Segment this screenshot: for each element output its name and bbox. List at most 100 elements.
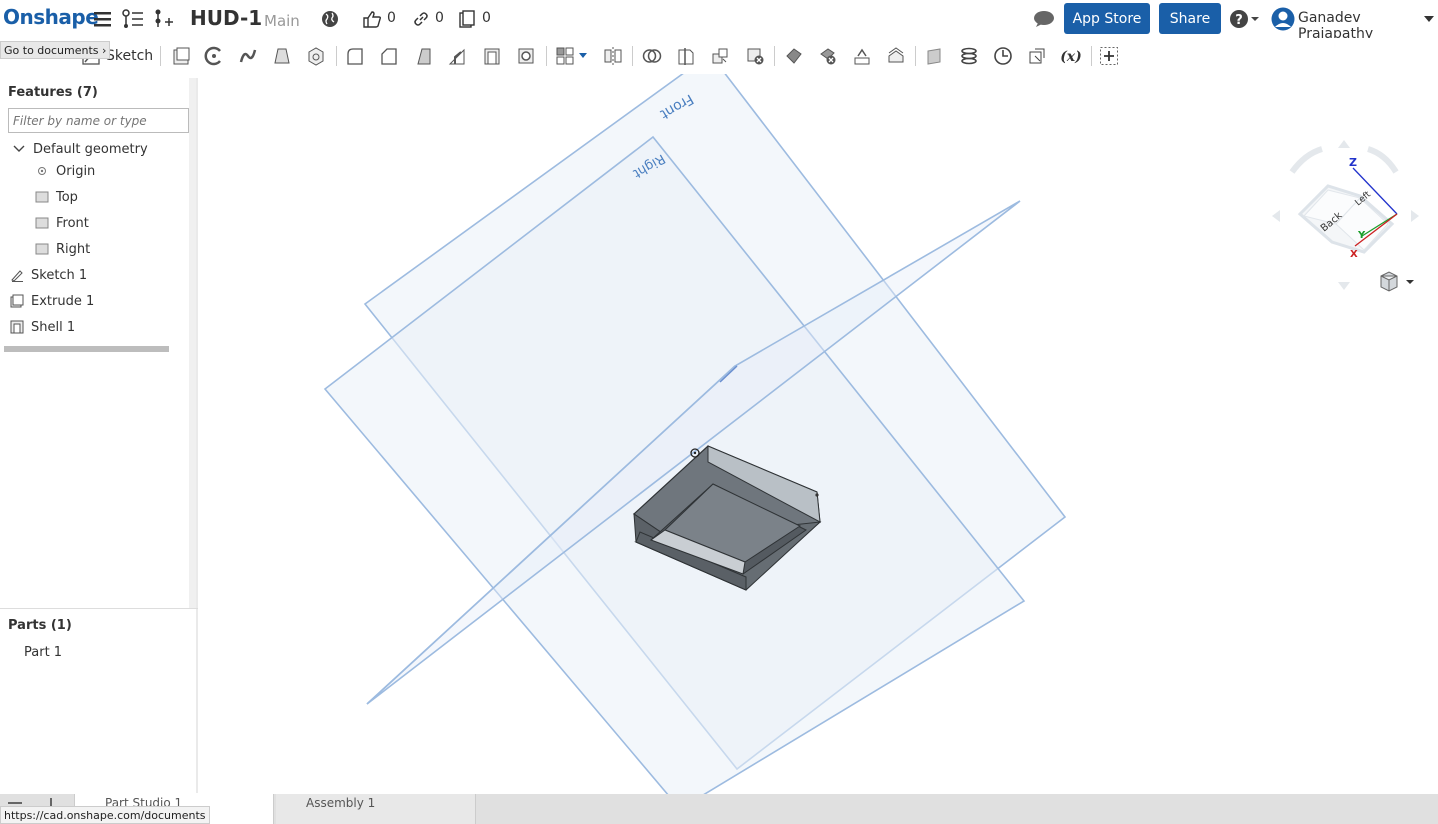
tab-menu-icon[interactable] bbox=[8, 802, 22, 804]
arrow-left-icon[interactable] bbox=[1272, 210, 1280, 222]
horizontal-scrollbar[interactable] bbox=[4, 346, 169, 352]
svg-text:?: ? bbox=[1235, 13, 1243, 28]
mate-connector-icon[interactable] bbox=[1026, 45, 1048, 67]
tree-item-top[interactable]: Top bbox=[35, 187, 78, 207]
measure-icon[interactable] bbox=[992, 45, 1014, 67]
tree-item-label: Extrude 1 bbox=[31, 293, 95, 309]
chevron-down-icon[interactable] bbox=[576, 45, 590, 67]
comments-icon[interactable] bbox=[1033, 8, 1055, 30]
tab-bar: Part Studio 1 Assembly 1 bbox=[0, 794, 1438, 824]
toolbar-divider bbox=[915, 46, 916, 66]
offset-surface-icon[interactable] bbox=[885, 45, 907, 67]
plane-icon[interactable] bbox=[924, 45, 946, 67]
replace-face-icon[interactable] bbox=[851, 45, 873, 67]
extrude-icon[interactable] bbox=[170, 45, 192, 67]
plane-icon bbox=[35, 190, 49, 204]
chevron-down-icon[interactable] bbox=[1422, 8, 1436, 30]
tree-item-default-geometry[interactable]: Default geometry bbox=[12, 139, 148, 159]
tree-item-sketch-1[interactable]: Sketch 1 bbox=[10, 265, 87, 285]
plane-icon bbox=[35, 216, 49, 230]
toolbar-divider bbox=[632, 46, 633, 66]
draft-icon[interactable] bbox=[412, 45, 434, 67]
arrow-up-icon[interactable] bbox=[1338, 140, 1350, 148]
sweep-icon[interactable] bbox=[237, 45, 259, 67]
link-icon[interactable] bbox=[410, 8, 432, 30]
version-history-icon[interactable] bbox=[122, 8, 144, 30]
globe-icon[interactable] bbox=[319, 8, 341, 30]
move-face-icon[interactable] bbox=[783, 45, 805, 67]
arrow-down-icon[interactable] bbox=[1338, 282, 1350, 290]
view-options-icon[interactable] bbox=[1380, 271, 1414, 292]
arrow-right-icon[interactable] bbox=[1411, 210, 1419, 222]
rotate-ccw-icon[interactable] bbox=[1289, 146, 1323, 174]
toolbar-divider bbox=[774, 46, 775, 66]
avatar[interactable] bbox=[1270, 7, 1296, 31]
axis-x-label: X bbox=[1350, 249, 1358, 260]
tree-item-label: Default geometry bbox=[33, 141, 148, 157]
menu-icon[interactable] bbox=[92, 8, 114, 30]
panel-divider[interactable] bbox=[0, 608, 198, 609]
loft-icon[interactable] bbox=[271, 45, 293, 67]
fillet-icon[interactable] bbox=[344, 45, 366, 67]
thicken-icon[interactable] bbox=[305, 45, 327, 67]
create-version-icon[interactable] bbox=[153, 8, 175, 30]
pattern-icon[interactable] bbox=[554, 45, 576, 67]
mirror-icon[interactable] bbox=[602, 45, 624, 67]
split-icon[interactable] bbox=[675, 45, 697, 67]
tree-item-label: Front bbox=[56, 215, 89, 231]
sketch-button[interactable]: Sketch bbox=[106, 48, 153, 64]
features-header: Features (7) bbox=[8, 85, 98, 100]
toolbar-divider bbox=[336, 46, 337, 66]
tree-item-front[interactable]: Front bbox=[35, 213, 89, 233]
toolbar-divider bbox=[546, 46, 547, 66]
hole-icon[interactable] bbox=[515, 45, 537, 67]
app-store-button[interactable]: App Store bbox=[1064, 3, 1150, 34]
delete-part-icon[interactable] bbox=[744, 45, 766, 67]
top-bar: Onshape HUD-1 Main 0 0 0 App Store Share… bbox=[0, 0, 1438, 42]
feature-toolbar: Sketch (x) bbox=[0, 38, 1438, 74]
transform-icon[interactable] bbox=[709, 45, 731, 67]
tree-item-extrude-1[interactable]: Extrude 1 bbox=[10, 291, 94, 311]
tab-assembly[interactable]: Assembly 1 bbox=[276, 794, 476, 824]
branch-name: Main bbox=[264, 12, 300, 30]
axis-y-label: Y bbox=[1357, 230, 1366, 241]
copy-icon[interactable] bbox=[456, 8, 478, 30]
feature-list-panel: Features (7) Default geometry Origin Top… bbox=[0, 78, 198, 793]
filter-input[interactable] bbox=[8, 108, 189, 133]
rotate-cw-icon[interactable] bbox=[1367, 146, 1399, 174]
tree-item-origin[interactable]: Origin bbox=[35, 161, 95, 181]
boolean-icon[interactable] bbox=[641, 45, 663, 67]
origin-icon bbox=[35, 164, 49, 178]
document-title[interactable]: HUD-1 bbox=[190, 6, 262, 30]
svg-text:(x): (x) bbox=[1060, 49, 1082, 65]
tree-item-right[interactable]: Right bbox=[35, 239, 90, 259]
vertical-scrollbar[interactable] bbox=[189, 78, 196, 608]
delete-face-icon[interactable] bbox=[817, 45, 839, 67]
variable-icon[interactable]: (x) bbox=[1058, 45, 1084, 67]
tree-item-label: Sketch 1 bbox=[31, 267, 88, 283]
sketch-icon bbox=[10, 268, 24, 282]
extrude-icon bbox=[10, 294, 24, 308]
graphics-viewport[interactable]: Front Right Back Left Z Y X bbox=[200, 74, 1438, 794]
helix-icon[interactable] bbox=[958, 45, 980, 67]
tree-item-label: Part 1 bbox=[24, 644, 63, 660]
like-icon[interactable] bbox=[361, 8, 383, 30]
toolbar-divider bbox=[1091, 46, 1092, 66]
status-url: https://cad.onshape.com/documents bbox=[0, 806, 210, 824]
chamfer-icon[interactable] bbox=[378, 45, 400, 67]
tree-item-label: Right bbox=[56, 241, 91, 257]
toolbar-divider bbox=[160, 46, 161, 66]
onshape-logo[interactable]: Onshape bbox=[3, 5, 99, 29]
axis-z-label: Z bbox=[1349, 156, 1357, 169]
revolve-icon[interactable] bbox=[203, 45, 225, 67]
rib-icon[interactable] bbox=[446, 45, 468, 67]
view-cube[interactable]: Back Left Z Y X bbox=[1272, 140, 1419, 290]
share-button[interactable]: Share bbox=[1159, 3, 1221, 34]
help-icon[interactable]: ? bbox=[1229, 8, 1263, 30]
tree-item-shell-1[interactable]: Shell 1 bbox=[10, 317, 75, 337]
shell-icon[interactable] bbox=[481, 45, 503, 67]
tree-item-part-1[interactable]: Part 1 bbox=[24, 642, 62, 662]
parts-header: Parts (1) bbox=[8, 618, 72, 633]
chevron-down-icon[interactable] bbox=[12, 142, 26, 156]
add-custom-feature-icon[interactable] bbox=[1098, 45, 1120, 67]
